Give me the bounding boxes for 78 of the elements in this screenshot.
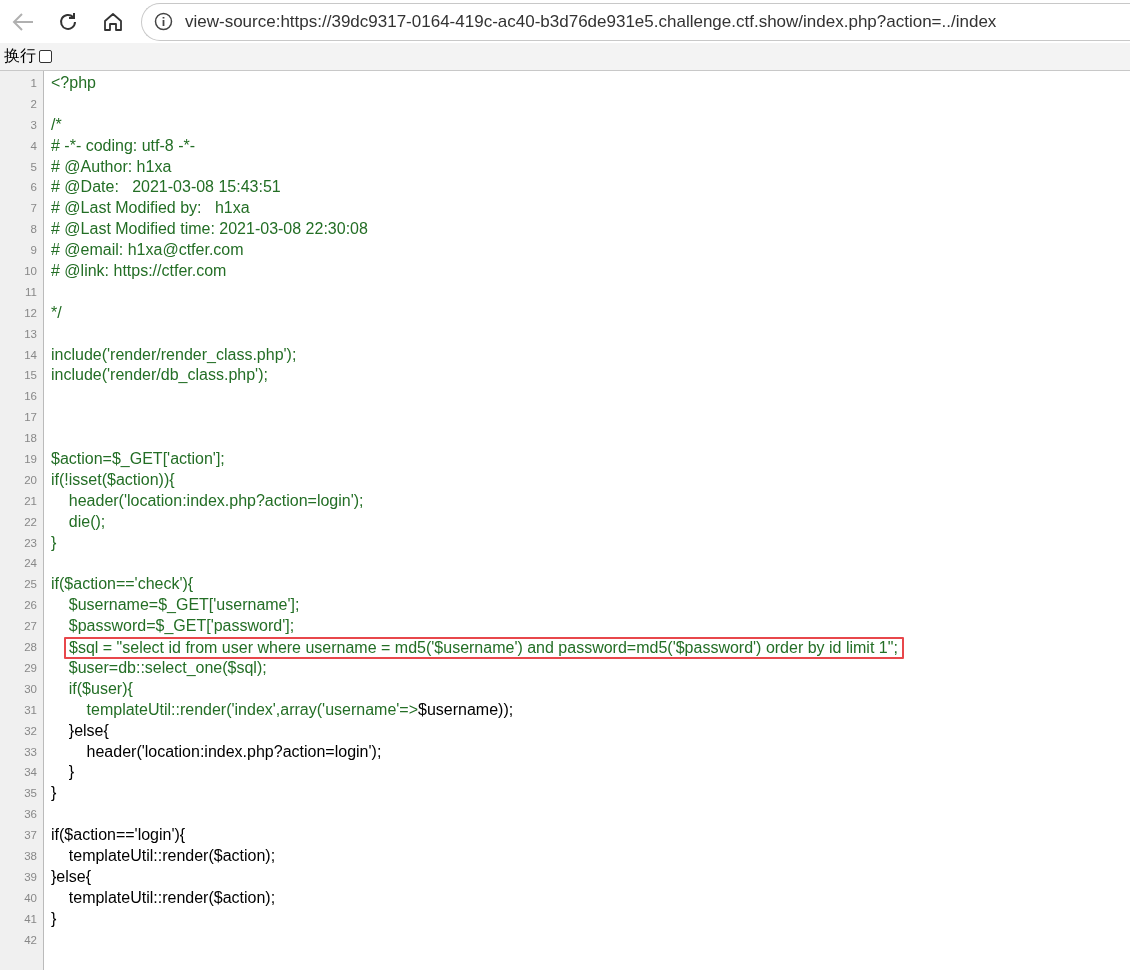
code-text: # @Last Modified time: 2021-03-08 22:30:08 — [51, 220, 368, 238]
line-number: 38 — [23, 848, 38, 864]
code-text: $username=$_GET['username']; — [67, 596, 300, 614]
line-number: 36 — [23, 807, 38, 823]
line-number: 19 — [23, 452, 38, 468]
line-number: 40 — [23, 890, 38, 906]
line-number: 8 — [29, 222, 38, 238]
code-text: } — [51, 784, 57, 802]
line-number: 17 — [23, 410, 38, 426]
line-number: 1 — [29, 76, 38, 91]
code-text: templateUtil::render('index',array('username'=> — [85, 700, 419, 718]
code-text: if(!isset($action)){ — [51, 470, 175, 488]
code-text: templateUtil::render($action); — [67, 888, 276, 906]
line-number: 26 — [23, 598, 38, 614]
line-number: 34 — [23, 765, 38, 781]
line-number: 29 — [23, 660, 38, 676]
code-text: if($action=='check'){ — [51, 575, 194, 593]
line-number: 4 — [29, 138, 38, 154]
code-text: if($action=='login'){ — [51, 826, 186, 844]
code-text: # @Author: h1xa — [51, 157, 172, 175]
code-text: # -*- coding: utf-8 -*- — [51, 136, 196, 154]
code-text: # @link: https://ctfer.com — [51, 262, 227, 279]
line-number: 13 — [23, 326, 38, 342]
line-number: 16 — [23, 389, 38, 405]
line-number: 30 — [23, 681, 38, 697]
code-text: $user=db::select_one($sql); — [67, 658, 267, 676]
line-number: 6 — [29, 180, 38, 196]
line-number: 11 — [24, 284, 38, 300]
line-number: 39 — [23, 869, 38, 885]
code-text: } — [67, 763, 75, 781]
line-number: 20 — [23, 472, 38, 488]
line-number: 32 — [23, 723, 38, 739]
code-text: /* — [51, 115, 62, 133]
info-icon[interactable] — [154, 12, 173, 31]
line-number: 2 — [29, 96, 38, 112]
code-text: header('location:index.php?action=login'); — [85, 742, 382, 760]
line-number: 9 — [29, 243, 38, 259]
code-text: */ — [51, 303, 62, 321]
code-text: } — [51, 909, 57, 927]
code-text: $password=$_GET['password']; — [67, 617, 295, 635]
line-number: 7 — [29, 201, 38, 217]
line-number: 24 — [23, 556, 38, 572]
line-number: 18 — [23, 431, 38, 447]
line-number: 22 — [23, 514, 38, 530]
code-text: } — [51, 533, 57, 551]
line-number: 31 — [23, 702, 38, 718]
code-text: }else{ — [67, 721, 109, 739]
code-text: # @Last Modified by: h1xa — [51, 199, 250, 217]
wrap-label: 换行 — [4, 46, 36, 66]
code-text: die(); — [67, 512, 106, 530]
line-number: 37 — [23, 828, 38, 844]
code-text: # @email: h1xa@ctfer.com — [51, 241, 244, 259]
code-text: <?php — [51, 74, 96, 91]
line-number: 12 — [23, 305, 38, 321]
line-number: 42 — [23, 932, 38, 948]
line-number: 33 — [23, 744, 38, 760]
line-number: 21 — [23, 493, 38, 509]
code-text: templateUtil::render($action); — [67, 846, 276, 864]
code-text: include('render/render_class.php'); — [51, 345, 297, 363]
code-text: }else{ — [51, 867, 92, 885]
code-text: header('location:index.php?action=login'); — [67, 491, 364, 509]
line-number: 23 — [23, 535, 38, 551]
line-number: 41 — [23, 911, 38, 927]
line-number: 25 — [23, 577, 38, 593]
line-number: 14 — [23, 347, 38, 363]
code-text: $username)); — [418, 700, 514, 718]
code-text: # @Date: 2021-03-08 15:43:51 — [51, 178, 281, 196]
line-number: 28 — [23, 640, 38, 656]
line-number: 5 — [29, 159, 38, 175]
line-number: 10 — [23, 264, 38, 279]
code-text: include('render/db_class.php'); — [51, 366, 268, 384]
line-number: 3 — [29, 117, 38, 133]
line-number: 35 — [23, 786, 38, 802]
wrap-checkbox[interactable] — [39, 50, 52, 63]
code-text: if($user){ — [67, 679, 133, 697]
code-text: $action=$_GET['action']; — [51, 450, 225, 468]
line-number: 15 — [23, 368, 38, 384]
line-number: 27 — [23, 619, 38, 635]
